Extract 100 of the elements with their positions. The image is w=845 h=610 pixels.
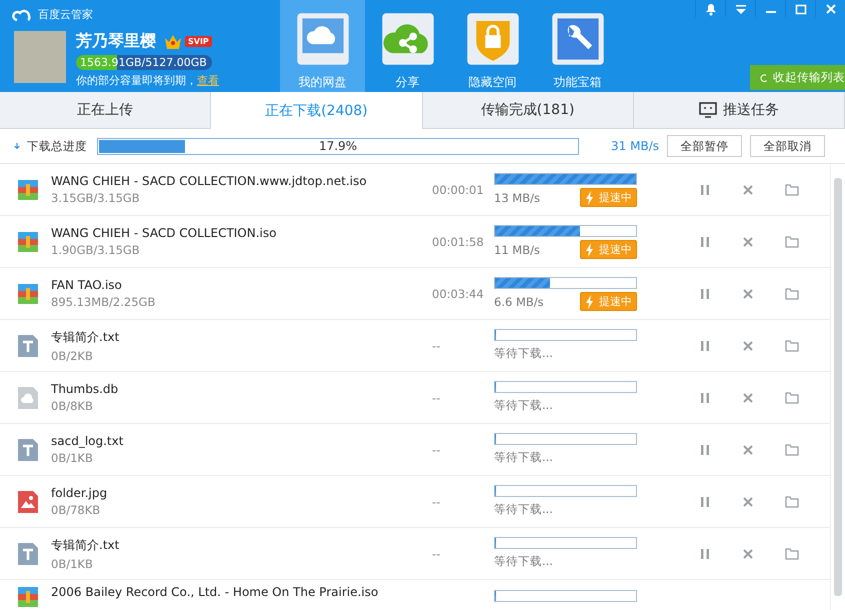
lightning-icon — [585, 294, 595, 308]
scrollbar-thumb[interactable] — [834, 178, 842, 596]
file-size: 1.90GB/3.15GB — [51, 243, 141, 257]
folder-icon[interactable] — [785, 496, 799, 508]
action-button[interactable]: 全部暂停 — [667, 135, 742, 157]
folder-icon[interactable] — [785, 184, 799, 196]
text-file-icon — [16, 542, 40, 566]
close-icon[interactable] — [742, 496, 754, 508]
share-icon — [380, 12, 434, 66]
nav-button[interactable]: 分享 — [365, 0, 450, 92]
nav-button[interactable]: 隐藏空间 — [450, 0, 535, 92]
progress-percent: 17.9% — [318, 139, 358, 153]
archive-file-icon — [16, 585, 40, 609]
window-title: 百度云管家 — [38, 6, 93, 22]
time-remaining: -- — [432, 390, 442, 404]
cloud-file-icon — [16, 386, 40, 410]
waiting-status: 等待下载... — [494, 502, 553, 517]
speed-boost-label: 提速中 — [599, 294, 632, 309]
folder-icon[interactable] — [785, 236, 799, 248]
folder-icon[interactable] — [785, 548, 799, 560]
file-name: folder.jpg — [51, 486, 108, 500]
nav-button[interactable]: 我的网盘 — [280, 0, 365, 92]
file-size: 0B/2KB — [51, 348, 94, 362]
avatar-placeholder — [14, 31, 66, 83]
tab[interactable]: 传输完成(181) — [422, 92, 634, 128]
text-file-icon — [16, 334, 40, 358]
file-name: Thumbs.db — [51, 382, 120, 396]
user-name: 芳乃琴里樱 — [76, 31, 156, 52]
pause-icon[interactable] — [699, 496, 711, 508]
file-size: 0B/1KB — [51, 451, 94, 465]
file-name: 专辑简介.txt — [51, 536, 120, 554]
speed-boost-label: 提速中 — [599, 242, 632, 257]
close-icon[interactable] — [742, 392, 754, 404]
pause-icon[interactable] — [699, 288, 711, 300]
time-remaining: 00:00:01 — [432, 182, 485, 196]
time-remaining: 00:01:58 — [432, 234, 485, 248]
tab[interactable]: 推送任务 — [634, 92, 845, 128]
file-size: 895.13MB/2.25GB — [51, 295, 156, 309]
total-progress-label: 下载总进度 — [27, 138, 87, 154]
download-speed: 11 MB/s — [494, 242, 540, 256]
collapse-list-button[interactable]: 收起传输列表 — [750, 65, 845, 90]
archive-file-icon — [16, 282, 40, 306]
pause-icon[interactable] — [699, 392, 711, 404]
text-file-icon — [16, 438, 40, 462]
pause-icon[interactable] — [699, 548, 711, 560]
time-remaining: -- — [432, 338, 442, 352]
time-remaining: -- — [432, 442, 442, 456]
folder-icon[interactable] — [785, 392, 799, 404]
waiting-status: 等待下载... — [494, 346, 553, 361]
close-icon[interactable] — [742, 184, 754, 196]
total-speed: 31 MB/s — [610, 139, 659, 153]
lightning-icon — [585, 190, 595, 204]
lock-icon — [466, 12, 520, 66]
crown-icon — [164, 34, 182, 50]
waiting-status: 等待下载... — [494, 554, 553, 569]
file-name: 2006 Bailey Record Co., Ltd. - Home On The Prairie.iso — [51, 585, 380, 599]
lightning-icon — [585, 242, 595, 256]
file-size: 0B/1KB — [51, 556, 94, 570]
file-size: 0B/78KB — [51, 503, 102, 517]
pause-icon[interactable] — [699, 184, 711, 196]
expiry-notice: 你的部分容量即将到期， — [76, 74, 197, 87]
spinner-icon — [760, 72, 768, 84]
pause-icon[interactable] — [699, 444, 711, 456]
speed-boost-label: 提速中 — [599, 190, 632, 205]
tools-icon — [550, 12, 604, 66]
cloud-logo-icon — [12, 7, 32, 21]
time-remaining: -- — [432, 494, 442, 508]
close-icon[interactable] — [742, 288, 754, 300]
monitor-icon — [698, 102, 717, 118]
close-icon[interactable] — [742, 444, 754, 456]
file-name: WANG CHIEH - SACD COLLECTION.www.jdtop.net.iso — [51, 174, 368, 188]
folder-icon[interactable] — [785, 444, 799, 456]
download-speed: 6.6 MB/s — [494, 294, 544, 308]
waiting-status: 等待下载... — [494, 450, 553, 465]
action-button[interactable]: 全部取消 — [750, 135, 825, 157]
file-name: WANG CHIEH - SACD COLLECTION.iso — [51, 226, 278, 240]
download-arrow-icon — [14, 140, 20, 152]
file-name: FAN TAO.iso — [51, 278, 123, 292]
time-remaining: -- — [432, 546, 442, 560]
close-icon[interactable] — [742, 236, 754, 248]
waiting-status: 等待下载... — [494, 398, 553, 413]
image-file-icon — [16, 490, 40, 514]
download-speed: 13 MB/s — [494, 190, 540, 204]
folder-icon[interactable] — [785, 340, 799, 352]
close-icon[interactable] — [742, 340, 754, 352]
file-size: 3.15GB/3.15GB — [51, 191, 141, 205]
nav-button[interactable]: 功能宝箱 — [535, 0, 620, 92]
time-remaining: 00:03:44 — [432, 286, 485, 300]
close-icon[interactable] — [742, 548, 754, 560]
pause-icon[interactable] — [699, 236, 711, 248]
file-name: 专辑简介.txt — [51, 328, 120, 346]
pause-icon[interactable] — [699, 340, 711, 352]
tab[interactable]: 正在下载(2408) — [211, 92, 422, 129]
folder-icon[interactable] — [785, 288, 799, 300]
file-name: sacd_log.txt — [51, 434, 124, 448]
scrollbar[interactable] — [830, 164, 845, 610]
archive-file-icon — [16, 178, 40, 202]
file-size: 0B/8KB — [51, 399, 94, 413]
view-link[interactable]: 查看 — [197, 74, 219, 87]
archive-file-icon — [16, 230, 40, 254]
